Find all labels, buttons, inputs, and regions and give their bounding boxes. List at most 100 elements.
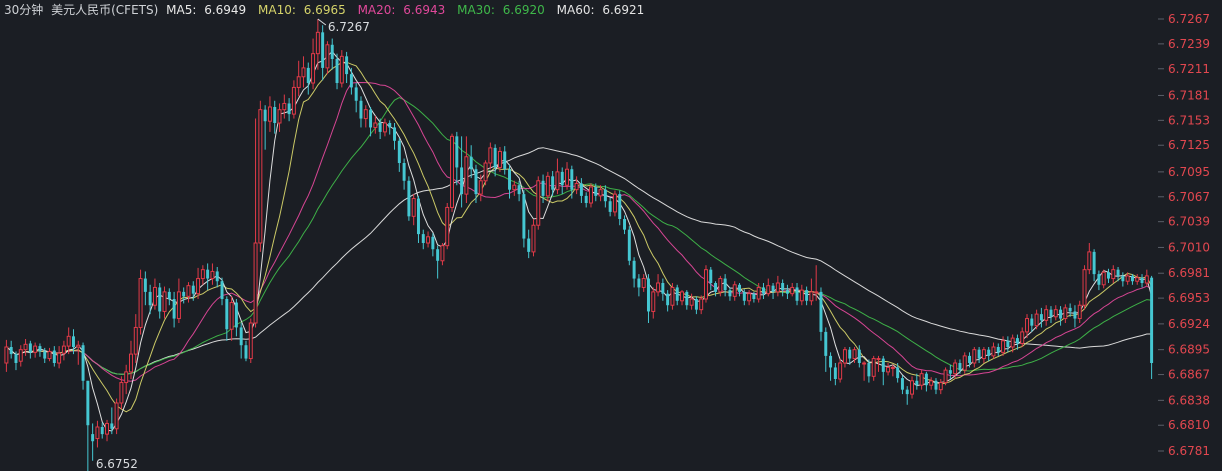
candle-body xyxy=(1059,309,1063,319)
candle-body xyxy=(23,343,28,351)
y-tick-label: 6.7181 xyxy=(1168,88,1210,102)
candle-body xyxy=(517,185,521,195)
period-label[interactable]: 30分钟 xyxy=(4,3,43,17)
candle-body xyxy=(215,271,219,282)
candle-body xyxy=(330,44,334,59)
candle-body xyxy=(732,284,737,297)
candle-body xyxy=(1010,337,1015,348)
y-tick-label: 6.6781 xyxy=(1168,444,1210,458)
candle-body xyxy=(152,286,157,306)
candle-body xyxy=(603,189,607,202)
candle-body xyxy=(296,76,301,88)
candle-body xyxy=(981,349,986,360)
candle-body xyxy=(138,278,143,328)
candle-body xyxy=(186,285,191,297)
candle-body xyxy=(1150,277,1154,363)
candle-body xyxy=(229,302,234,330)
candle-body xyxy=(469,156,473,170)
candle-body xyxy=(345,56,349,75)
candle-body xyxy=(742,291,746,301)
candle-body xyxy=(450,135,455,208)
candle-body xyxy=(871,358,876,377)
candle-body xyxy=(531,224,536,253)
y-tick-label: 6.6924 xyxy=(1168,317,1210,331)
candle-body xyxy=(685,291,689,306)
candle-body xyxy=(612,193,617,213)
candle-body xyxy=(627,229,631,261)
candle-body xyxy=(1015,338,1019,344)
candle-body xyxy=(1034,313,1039,327)
candle-body xyxy=(339,55,344,84)
y-tick-label: 6.7267 xyxy=(1168,12,1210,26)
candlestick-chart: 30分钟 美元人民币(CFETS) MA5: 6.6949 MA10: 6.69… xyxy=(0,0,1222,471)
candle-body xyxy=(200,269,205,280)
y-tick-label: 6.7239 xyxy=(1168,37,1210,51)
candle-body xyxy=(220,281,224,299)
candle-body xyxy=(263,109,267,122)
candle-body xyxy=(378,123,382,132)
candle-body xyxy=(359,100,363,119)
candle-body xyxy=(723,278,727,291)
candle-body xyxy=(795,287,799,301)
candle-body xyxy=(934,380,938,390)
candle-body xyxy=(522,194,526,239)
candle-body xyxy=(924,373,928,386)
ma60-legend: MA60: 6.6921 xyxy=(556,3,645,17)
candle-body xyxy=(388,123,392,128)
candle-body xyxy=(1068,307,1072,312)
y-tick-label: 6.7039 xyxy=(1168,215,1210,229)
low-price-label: 6.6752 xyxy=(96,457,138,471)
ma10-legend: MA10: 6.6965 xyxy=(258,3,346,17)
candle-body xyxy=(824,331,828,356)
candle-body xyxy=(277,109,282,124)
candle-body xyxy=(248,322,253,360)
candle-body xyxy=(1111,269,1116,280)
candle-body xyxy=(962,355,967,371)
candle-body xyxy=(47,350,52,360)
candle-body xyxy=(311,53,316,84)
candle-body xyxy=(66,335,71,347)
candle-body xyxy=(666,293,670,306)
price-plot: 6.7267 6.7239 6.7211 6.7181 6.7153 6.7125 6.70… xyxy=(4,12,1210,471)
candle-body xyxy=(728,290,732,297)
candle-body xyxy=(1025,318,1030,333)
candle-body xyxy=(114,402,119,430)
y-tick-label: 6.7211 xyxy=(1168,62,1210,76)
candle-body xyxy=(402,163,406,181)
candle-body xyxy=(781,283,785,291)
candle-body xyxy=(508,169,512,190)
candle-body xyxy=(953,362,958,375)
candle-body xyxy=(838,362,843,380)
candle-body xyxy=(1049,309,1053,317)
candle-body xyxy=(196,278,201,295)
candle-body xyxy=(397,140,401,163)
candle-body xyxy=(771,285,775,292)
candle-body xyxy=(598,189,603,197)
candle-body xyxy=(1077,304,1082,320)
candle-body xyxy=(876,358,881,361)
candle-body xyxy=(431,236,435,250)
candle-body xyxy=(512,184,517,191)
candle-body xyxy=(680,291,685,302)
candle-body xyxy=(799,289,804,302)
candle-body xyxy=(972,349,977,364)
candle-body xyxy=(584,195,588,203)
candle-body xyxy=(416,198,420,235)
candle-body xyxy=(225,299,229,330)
candle-body xyxy=(560,171,564,186)
candle-body xyxy=(641,278,646,288)
candle-body xyxy=(775,282,780,293)
candle-body xyxy=(363,109,368,120)
candle-body xyxy=(852,349,857,360)
ma30-line xyxy=(6,97,1152,375)
candle-body xyxy=(646,278,650,312)
candle-body xyxy=(896,367,900,379)
candle-body xyxy=(661,283,665,294)
candle-body xyxy=(464,156,469,195)
y-tick-label: 6.7153 xyxy=(1168,113,1210,127)
candle-body xyxy=(618,194,622,219)
candle-body xyxy=(594,187,598,196)
candle-body xyxy=(536,180,541,226)
candle-body xyxy=(1063,307,1068,320)
ma20-line xyxy=(6,81,1152,382)
